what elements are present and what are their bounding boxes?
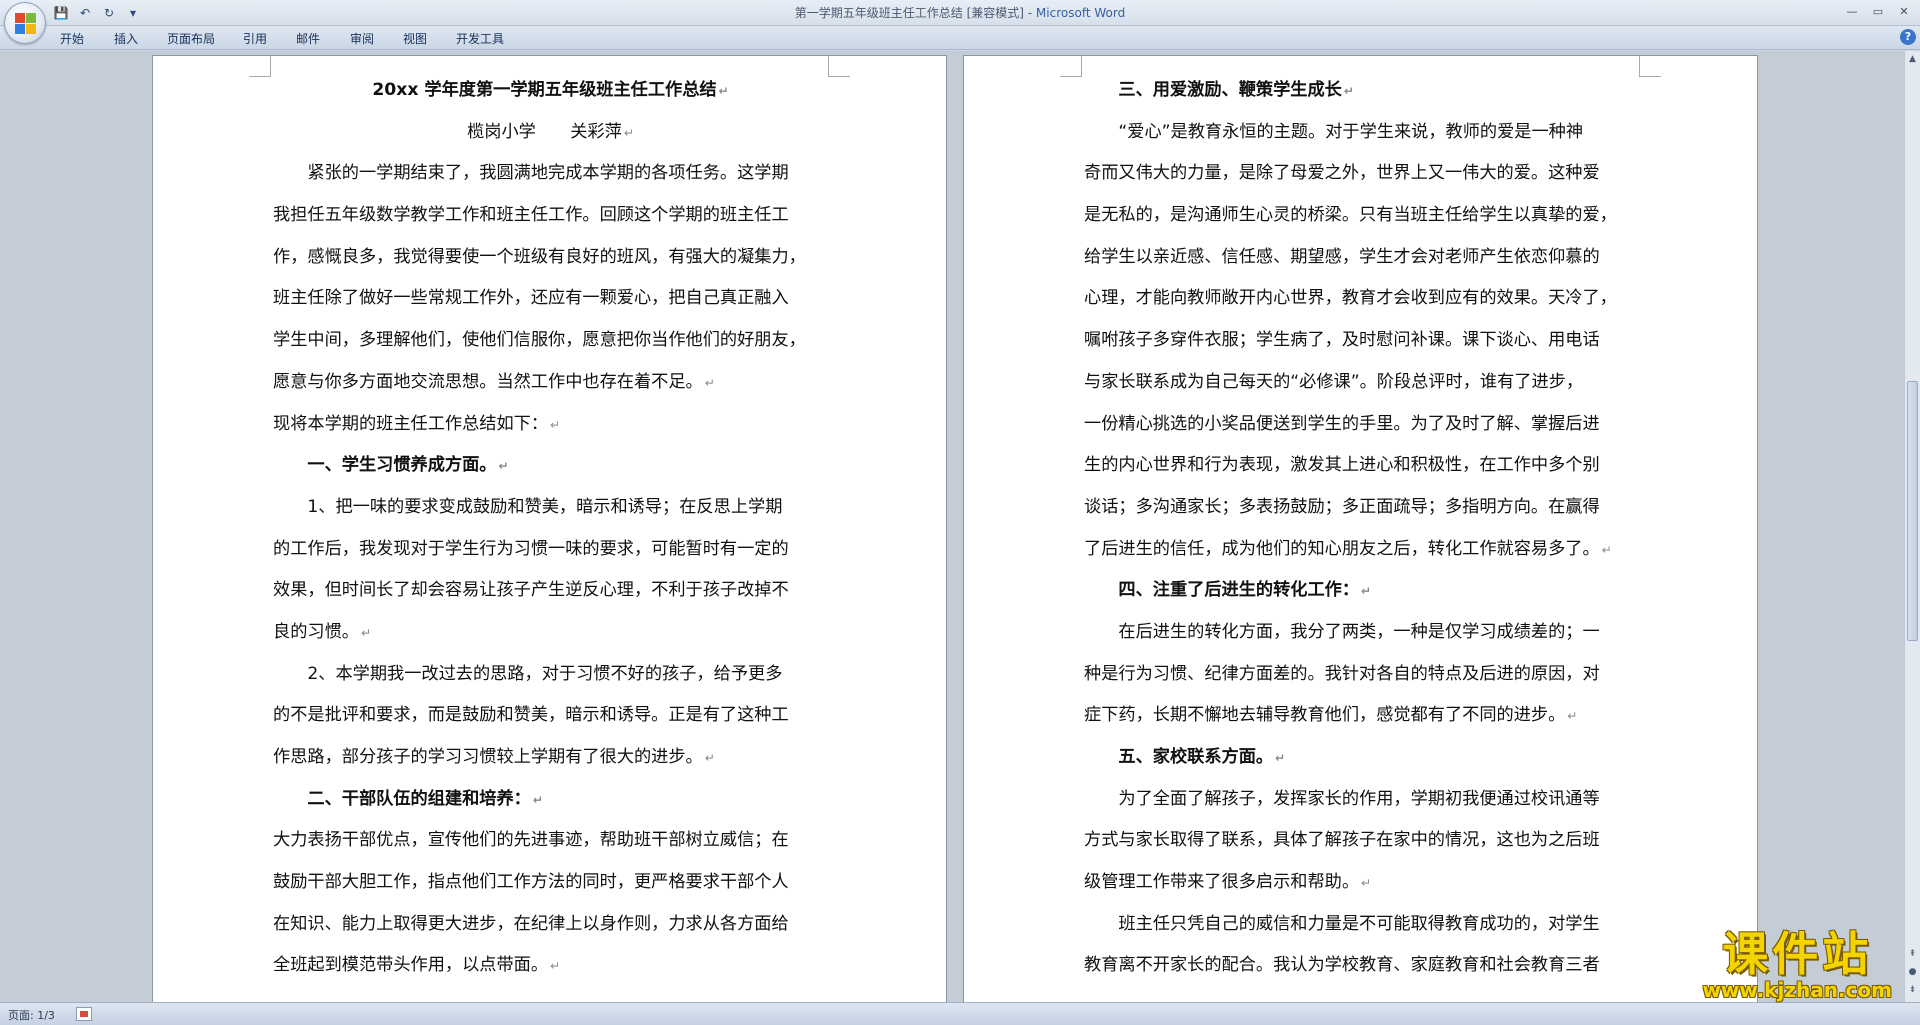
section-heading: 三、用爱激励、鞭策学生成长 ↵: [1084, 80, 1354, 100]
office-logo-icon: [15, 13, 37, 35]
spelling-check-icon[interactable]: [76, 1007, 92, 1021]
tab-mailings[interactable]: 邮件: [296, 30, 320, 47]
margin-corner-mark: [1060, 55, 1082, 77]
margin-corner-mark: [249, 55, 271, 77]
watermark-title: 课件站: [1722, 927, 1873, 981]
scroll-up-icon[interactable]: ▲: [1906, 51, 1919, 67]
author-line: 榄岗小学 关彩萍 ↵: [467, 121, 634, 142]
text-line: 学生中间，多理解他们，使他们信服你，愿意把你当作他们的好朋友，: [273, 330, 806, 351]
text-line: 的不是批评和要求，而是鼓励和赞美，暗示和诱导。正是有了这种工: [273, 705, 789, 726]
text-line: 班主任除了做好一些常规工作外，还应有一颗爱心，把自己真正融入: [273, 288, 789, 309]
text-line: 级管理工作带来了很多启示和帮助。 ↵: [1084, 872, 1372, 893]
watermark-url: www.kjzhan.com: [1702, 978, 1892, 1002]
text-line: 嘱咐孩子多穿件衣服；学生病了，及时慰问补课。课下谈心、用电话: [1084, 330, 1600, 351]
text-line: 紧张的一学期结束了，我圆满地完成本学期的各项任务。这学期: [273, 163, 789, 184]
document-area: 20xx 学年度第一学期五年级班主任工作总结 ↵ 榄岗小学 关彩萍 ↵ 紧张的一学期…: [0, 51, 1904, 1002]
minimize-button[interactable]: —: [1840, 2, 1864, 20]
text-line: 良的习惯。 ↵: [273, 621, 372, 642]
text-line: 给学生以亲近感、信任感、期望感，学生才会对老师产生依恋仰慕的: [1084, 246, 1600, 267]
vertical-scrollbar[interactable]: ▲ ⇞ ● ⇟: [1904, 51, 1920, 1002]
window-controls: — ▭ ✕: [1840, 2, 1916, 20]
page-2-text: 三、用爱激励、鞭策学生成长 ↵ “爱心”是教育永恒的主题。对于学生来说，教师的爱是…: [1084, 70, 1639, 987]
text-line: 作，感慨良多，我觉得要使一个班级有良好的班风，有强大的凝集力，: [273, 246, 806, 267]
text-line: 奇而又伟大的力量，是除了母爱之外，世界上又一伟大的爱。这种爱: [1084, 163, 1600, 184]
text-line: 2、本学期我一改过去的思路，对于习惯不好的孩子，给予更多: [273, 663, 783, 684]
tab-insert[interactable]: 插入: [114, 30, 138, 47]
tab-view[interactable]: 视图: [403, 30, 427, 47]
tab-developer[interactable]: 开发工具: [456, 30, 504, 47]
margin-corner-mark: [1639, 55, 1661, 77]
text-line: 一份精心挑选的小奖品便送到学生的手里。为了及时了解、掌握后进: [1084, 413, 1600, 434]
text-line: 谈话；多沟通家长；多表扬鼓励；多正面疏导；多指明方向。在赢得: [1084, 496, 1600, 517]
section-heading: 一、学生习惯养成方面。 ↵: [273, 455, 509, 476]
site-watermark: 课件站 www.kjzhan.com: [1702, 929, 1892, 1001]
text-line: 方式与家长取得了联系，具体了解孩子在家中的情况，这也为之后班: [1084, 830, 1600, 851]
tab-page-layout[interactable]: 页面布局: [167, 30, 215, 47]
text-line: 班主任只凭自己的威信和力量是不可能取得教育成功的，对学生: [1084, 913, 1600, 934]
text-line: 我担任五年级数学教学工作和班主任工作。回顾这个学期的班主任工: [273, 205, 789, 226]
text-line: 鼓励干部大胆工作，指点他们工作方法的同时，更严格要求干部个人: [273, 872, 789, 893]
text-line: 心理，才能向教师敞开内心世界，教育才会收到应有的效果。天冷了，: [1084, 288, 1617, 309]
text-line: 在后进生的转化方面，我分了两类，一种是仅学习成绩差的；一: [1084, 621, 1600, 642]
page-2[interactable]: 三、用爱激励、鞭策学生成长 ↵ “爱心”是教育永恒的主题。对于学生来说，教师的爱是…: [963, 55, 1758, 1002]
section-heading: 四、注重了后进生的转化工作： ↵: [1084, 580, 1372, 601]
section-heading: 五、家校联系方面。 ↵: [1084, 747, 1286, 767]
text-line: 的工作后，我发现对于学生行为习惯一味的要求，可能暂时有一定的: [273, 538, 789, 559]
margin-corner-mark: [828, 55, 850, 77]
section-heading: 二、干部队伍的组建和培养： ↵: [273, 788, 543, 809]
tab-home[interactable]: 开始: [60, 30, 84, 47]
document-title: 第一学期五年级班主任工作总结 [兼容模式] -: [794, 6, 1036, 20]
text-line: 是无私的，是沟通师生心灵的桥梁。只有当班主任给学生以真挚的爱，: [1084, 205, 1617, 226]
tab-review[interactable]: 审阅: [350, 30, 374, 47]
text-line: 了后进生的信任，成为他们的知心朋友之后，转化工作就容易多了。 ↵: [1084, 538, 1612, 559]
office-button[interactable]: [4, 2, 46, 44]
text-line: 大力表扬干部优点，宣传他们的先进事迹，帮助班干部树立威信；在: [273, 830, 789, 851]
text-line: 教育离不开家长的配合。我认为学校教育、家庭教育和社会教育三者: [1084, 955, 1600, 976]
text-line: 现将本学期的班主任工作总结如下： ↵: [273, 413, 561, 434]
text-line: 种是行为习惯、纪律方面差的。我针对各自的特点及后进的原因，对: [1084, 663, 1600, 684]
page-1[interactable]: 20xx 学年度第一学期五年级班主任工作总结 ↵ 榄岗小学 关彩萍 ↵ 紧张的一学期…: [152, 55, 947, 1002]
previous-page-icon[interactable]: ⇞: [1906, 946, 1919, 962]
window-title: 第一学期五年级班主任工作总结 [兼容模式] - Microsoft Word: [0, 4, 1920, 21]
status-bar: 页面: 1/3: [0, 1002, 1920, 1025]
text-line: 为了全面了解孩子，发挥家长的作用，学期初我便通过校讯通等: [1084, 788, 1600, 809]
text-line: 与家长联系成为自己每天的“必修课”。阶段总评时，谁有了进步，: [1084, 371, 1584, 392]
text-line: 1、把一味的要求变成鼓励和赞美，暗示和诱导；在反思上学期: [273, 496, 783, 517]
ribbon-tabs: 开始 插入 页面布局 引用 邮件 审阅 视图 开发工具 ?: [0, 26, 1920, 50]
text-line: “爱心”是教育永恒的主题。对于学生来说，教师的爱是一种神: [1084, 121, 1584, 142]
next-page-icon[interactable]: ⇟: [1906, 982, 1919, 998]
text-line: 效果，但时间长了却会容易让孩子产生逆反心理，不利于孩子改掉不: [273, 580, 789, 601]
text-line: 全班起到模范带头作用，以点带面。 ↵: [273, 955, 561, 976]
page-count-status[interactable]: 页面: 1/3: [8, 1007, 55, 1023]
browse-object-icon[interactable]: ●: [1906, 964, 1919, 980]
text-line: 生的内心世界和行为表现，激发其上进心和积极性，在工作中多个别: [1084, 455, 1600, 476]
help-icon[interactable]: ?: [1900, 29, 1916, 45]
scroll-thumb[interactable]: [1907, 381, 1918, 641]
text-line: 症下药，长期不懈地去辅导教育他们，感觉都有了不同的进步。 ↵: [1084, 705, 1578, 726]
tab-references[interactable]: 引用: [243, 30, 267, 47]
text-line: 作思路，部分孩子的学习习惯较上学期有了很大的进步。 ↵: [273, 747, 715, 767]
close-button[interactable]: ✕: [1892, 2, 1916, 20]
text-line: 愿意与你多方面地交流思想。当然工作中也存在着不足。 ↵: [273, 371, 715, 392]
title-bar: 💾 ↶ ↻ ▾ 第一学期五年级班主任工作总结 [兼容模式] - Microsof…: [0, 0, 1920, 26]
document-title-line: 20xx 学年度第一学期五年级班主任工作总结 ↵: [372, 80, 729, 100]
maximize-button[interactable]: ▭: [1866, 2, 1890, 20]
text-line: 在知识、能力上取得更大进步，在纪律上以身作则，力求从各方面给: [273, 913, 789, 934]
app-name: Microsoft Word: [1035, 6, 1126, 20]
page-1-text: 20xx 学年度第一学期五年级班主任工作总结 ↵ 榄岗小学 关彩萍 ↵ 紧张的一学期…: [273, 70, 828, 987]
